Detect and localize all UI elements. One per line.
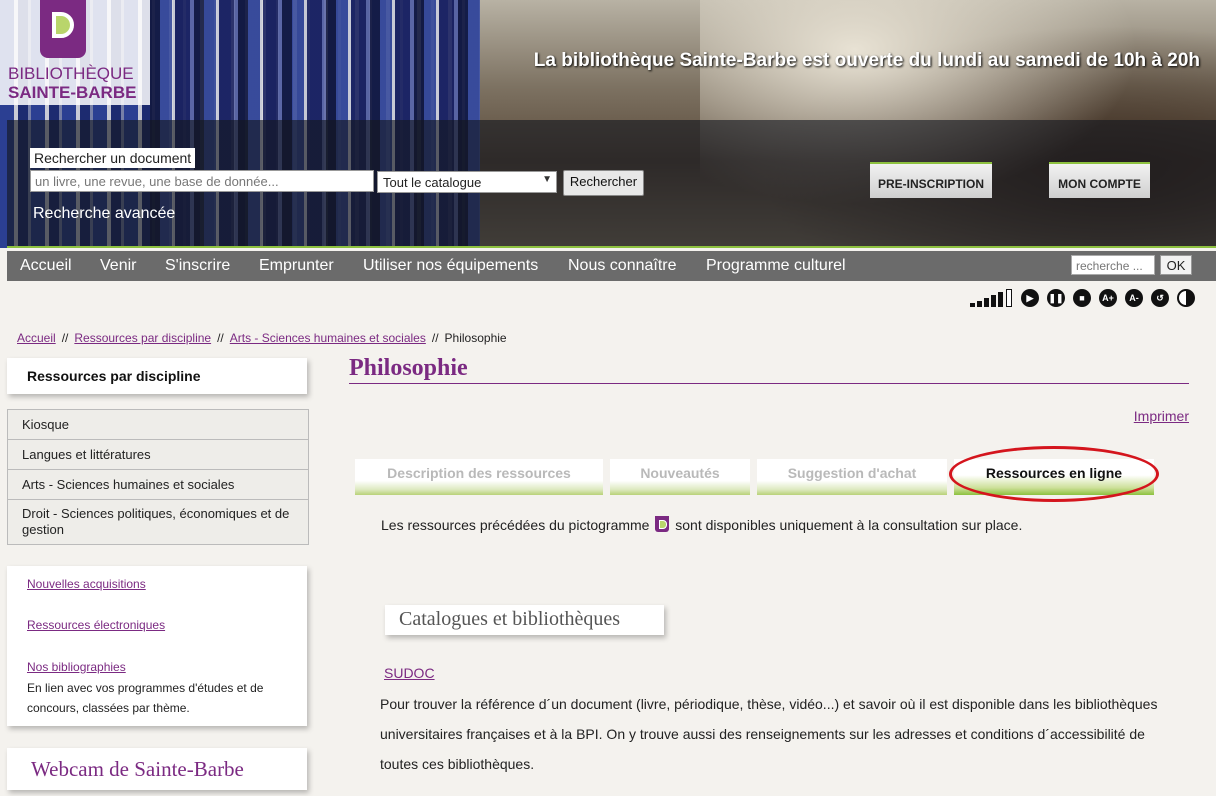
breadcrumb-current: Philosophie [444,331,507,345]
onsite-pictogram-icon [655,516,670,532]
print-link[interactable]: Imprimer [1134,408,1189,424]
list-item[interactable]: Droit - Sciences politiques, économiques… [8,500,308,544]
page-title: Philosophie [349,355,468,381]
text-size-icon[interactable] [970,289,1014,307]
chevron-down-icon: ▼ [542,174,552,185]
link-nouvelles-acquisitions[interactable]: Nouvelles acquisitions [27,577,146,591]
search-label: Rechercher un document [30,148,196,168]
nav-item-programme-culturel[interactable]: Programme culturel [706,257,846,275]
tab-suggestion-achat[interactable]: Suggestion d'achat [757,459,947,495]
reset-icon[interactable]: ↺ [1151,289,1169,307]
logo-line2: SAINTE-BARBE [8,83,137,102]
library-logo[interactable]: BIBLIOTHÈQUE SAINTE-BARBE [0,0,150,105]
zoom-out-icon[interactable]: A- [1125,289,1143,307]
section-heading: Catalogues et bibliothèques [399,608,621,630]
catalog-select[interactable]: Tout le catalogue ▼ [377,171,557,193]
link-ressources-electroniques[interactable]: Ressources électroniques [27,618,165,632]
play-icon[interactable]: ▶ [1021,289,1039,307]
account-button[interactable]: MON COMPTE [1049,162,1150,198]
discipline-list: Kiosque Langues et littératures Arts - S… [7,409,309,545]
tab-nouveautes[interactable]: Nouveautés [610,459,750,495]
webcam-box[interactable]: Webcam de Sainte-Barbe [7,748,307,790]
nav-item-venir[interactable]: Venir [100,257,136,275]
main-nav: Accueil Venir S'inscrire Emprunter Utili… [7,251,1216,281]
sudoc-description: Pour trouver la référence d´un document … [380,696,1158,772]
list-item[interactable]: Arts - Sciences humaines et sociales [8,470,308,500]
breadcrumb: Accueil // Ressources par discipline // Arts… [17,331,507,345]
bibliographies-description: En lien avec vos programmes d'études et … [27,681,264,715]
sidebar-links-box: Nouvelles acquisitions Ressources électr… [7,566,307,726]
contrast-icon[interactable] [1177,289,1195,307]
highlight-ellipse [949,446,1159,502]
sudoc-link[interactable]: SUDOC [384,665,435,681]
list-item[interactable]: Kiosque [8,410,308,440]
zoom-in-icon[interactable]: A+ [1099,289,1117,307]
logo-d-icon [40,0,86,58]
title-divider [349,383,1189,384]
nav-item-equipements[interactable]: Utiliser nos équipements [363,257,538,275]
opening-hours-banner: La bibliothèque Sainte-Barbe est ouverte… [533,50,1200,71]
site-header: BIBLIOTHÈQUE SAINTE-BARBE La bibliothèqu… [0,0,1216,248]
notice-text-after: sont disponibles uniquement à la consult… [675,517,1023,533]
nav-search-ok-button[interactable]: OK [1160,255,1192,275]
breadcrumb-separator: // [61,331,69,345]
stop-icon[interactable]: ■ [1073,289,1091,307]
nav-item-emprunter[interactable]: Emprunter [259,257,334,275]
sidebar-title-box: Ressources par discipline [7,358,307,394]
search-input[interactable] [30,170,374,192]
catalog-select-value: Tout le catalogue [383,175,482,190]
pause-icon[interactable]: ❚❚ [1047,289,1065,307]
breadcrumb-ressources[interactable]: Ressources par discipline [74,331,211,345]
breadcrumb-separator: // [431,331,439,345]
onsite-notice: Les ressources précédées du pictogramme … [381,516,1022,533]
search-button[interactable]: Rechercher [563,170,644,196]
preinscription-button[interactable]: PRE-INSCRIPTION [870,162,992,198]
nav-item-inscrire[interactable]: S'inscrire [165,257,230,275]
notice-text-before: Les ressources précédées du pictogramme [381,517,650,533]
sidebar-title: Ressources par discipline [27,368,201,384]
advanced-search-link[interactable]: Recherche avancée [33,205,175,223]
logo-line1: BIBLIOTHÈQUE [8,64,134,83]
tab-description-ressources[interactable]: Description des ressources [355,459,603,495]
nav-search-input[interactable]: recherche ... [1071,255,1155,275]
section-heading-box: Catalogues et bibliothèques [385,605,664,635]
nav-item-accueil[interactable]: Accueil [20,257,72,275]
breadcrumb-accueil[interactable]: Accueil [17,331,56,345]
webcam-title: Webcam de Sainte-Barbe [31,757,244,781]
breadcrumb-separator: // [217,331,224,345]
breadcrumb-arts[interactable]: Arts - Sciences humaines et sociales [230,331,426,345]
link-nos-bibliographies[interactable]: Nos bibliographies [27,660,126,674]
nav-item-nous-connaitre[interactable]: Nous connaître [568,257,677,275]
list-item[interactable]: Langues et littératures [8,440,308,470]
header-accent-line [7,246,1216,248]
